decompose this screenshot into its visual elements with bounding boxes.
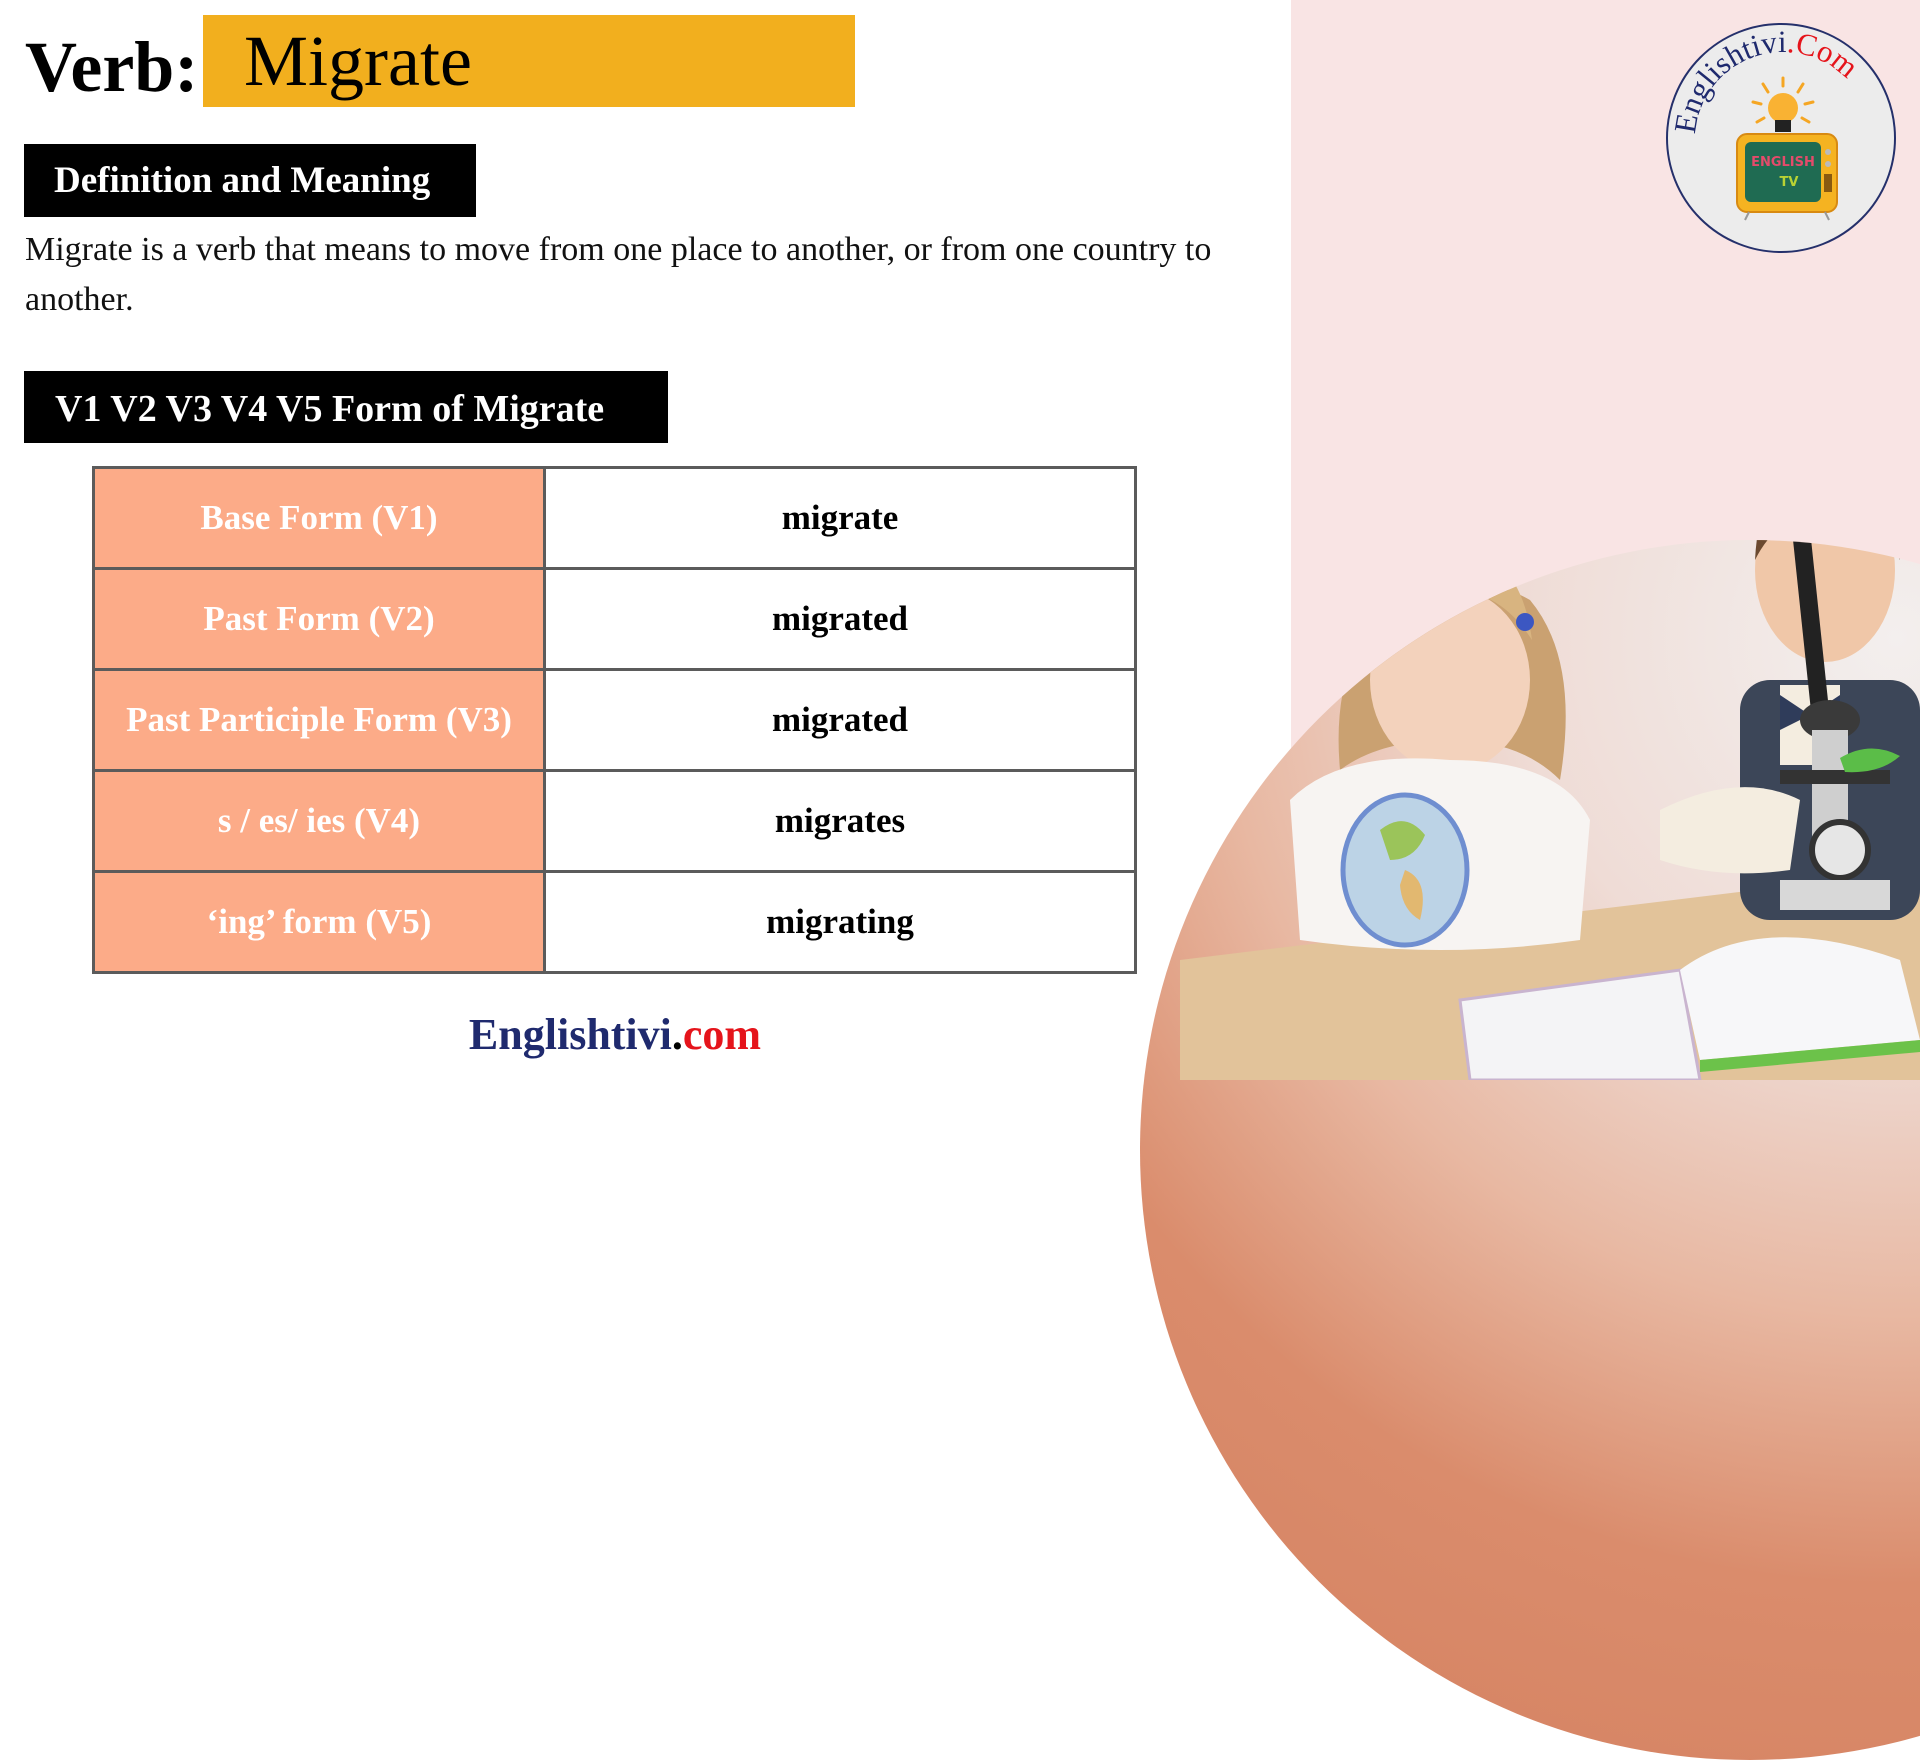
form-value: migrates: [543, 769, 1137, 873]
svg-text:ENGLISH: ENGLISH: [1751, 155, 1815, 170]
form-label: Base Form (V1): [92, 466, 546, 570]
form-label: Past Participle Form (V3): [92, 668, 546, 772]
table-row: Past Form (V2) migrated: [92, 567, 1137, 671]
footer-brand-name: Englishtivi: [468, 1010, 672, 1059]
form-value: migrated: [543, 668, 1137, 772]
definition-text: Migrate is a verb that means to move fro…: [25, 231, 1212, 318]
definition-heading: Definition and Meaning: [24, 144, 476, 217]
footer-brand-link[interactable]: Englishtivi.com: [0, 1007, 1230, 1063]
forms-heading: V1 V2 V3 V4 V5 Form of Migrate: [24, 371, 668, 443]
svg-text:TV: TV: [1780, 175, 1799, 190]
globe-icon: [1340, 792, 1470, 948]
boy-figure: [1660, 540, 1920, 920]
form-value: migrating: [543, 870, 1137, 974]
verb-forms-table: Base Form (V1) migrate Past Form (V2) mi…: [92, 466, 1137, 974]
verb-label: Verb:: [25, 27, 199, 107]
form-label: ‘ing’ form (V5): [92, 870, 546, 974]
footer-dot: .: [671, 1010, 683, 1059]
footer-tld: com: [682, 1010, 762, 1059]
children-illustration: [1180, 540, 1920, 1080]
form-label: s / es/ ies (V4): [92, 769, 546, 873]
form-value: migrated: [543, 567, 1137, 671]
verb-word: Migrate: [244, 21, 472, 101]
tv-icon: ENGLISH TV: [1736, 133, 1838, 221]
form-value: migrate: [543, 466, 1137, 570]
table-row: Past Participle Form (V3) migrated: [92, 668, 1137, 772]
form-label: Past Form (V2): [92, 567, 546, 671]
table-row: s / es/ ies (V4) migrates: [92, 769, 1137, 873]
englishtivi-logo: Englishtivi.Com ENGLISH TV: [1666, 23, 1896, 253]
table-row: ‘ing’ form (V5) migrating: [92, 870, 1137, 974]
table-row: Base Form (V1) migrate: [92, 466, 1137, 570]
